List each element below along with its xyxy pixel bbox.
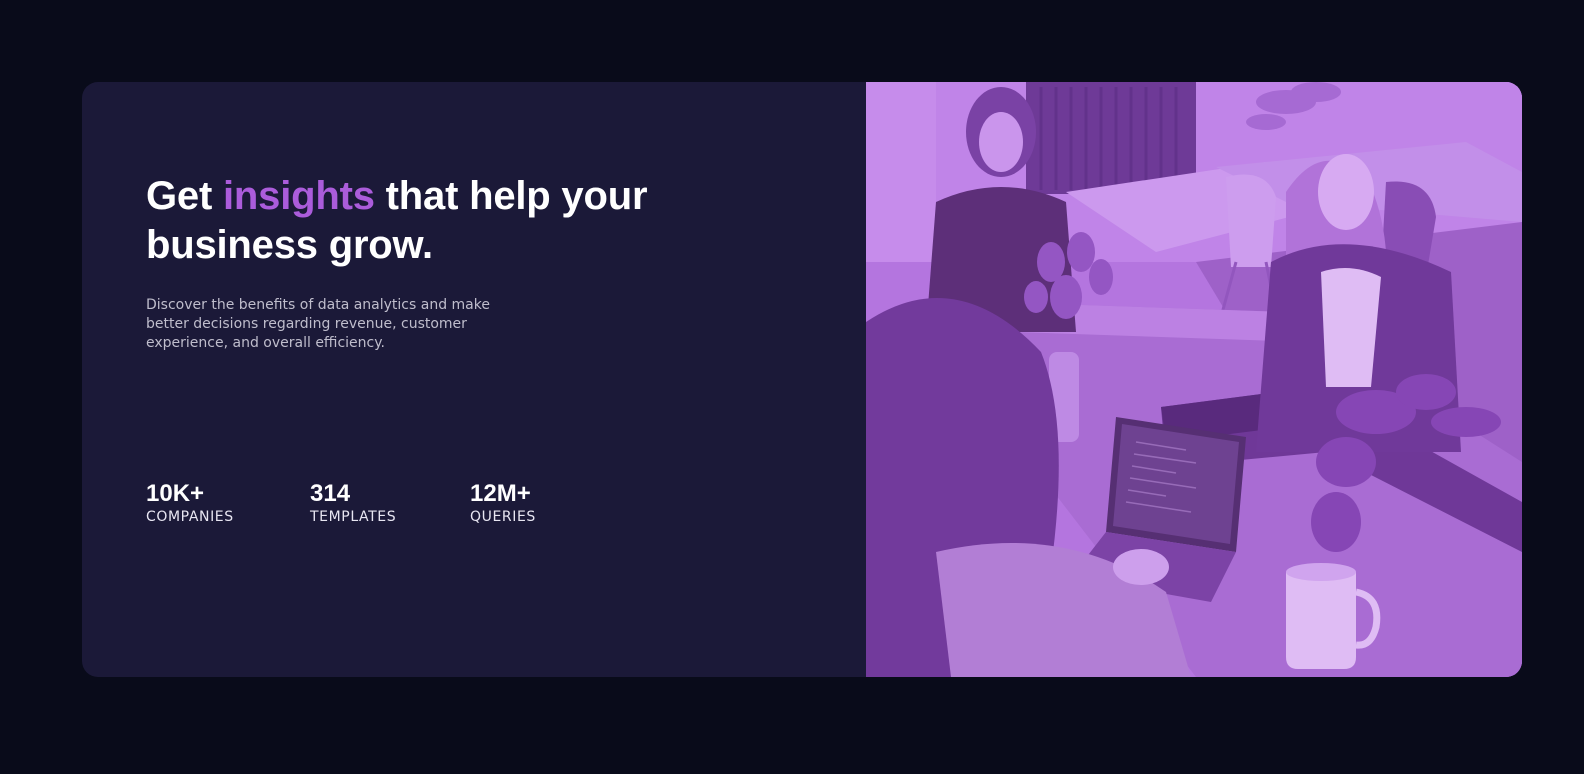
stats-row: 10K+ COMPANIES 314 TEMPLATES 12M+ QUERIE… [146,480,706,540]
stat-value: 12M+ [470,480,531,507]
office-photo-illustration [866,82,1522,677]
hero-headline: Get insights that help your business gro… [146,172,746,270]
headline-accent-word: insights [223,174,375,218]
stat-companies: 10K+ COMPANIES [146,480,234,526]
hero-content: Get insights that help your business gro… [146,82,786,677]
headline-start: Get [146,174,223,218]
stat-label: QUERIES [470,509,536,525]
hero-card: Get insights that help your business gro… [82,82,1522,677]
stat-value: 314 [310,480,351,507]
stat-value: 10K+ [146,480,205,507]
stat-label: COMPANIES [146,509,234,525]
office-team-photo [866,82,1522,677]
hero-description: Discover the benefits of data analytics … [146,297,490,351]
stat-queries: 12M+ QUERIES [470,480,536,526]
stat-templates: 314 TEMPLATES [310,480,396,526]
stat-label: TEMPLATES [310,509,397,525]
purple-overlay [866,82,1522,677]
